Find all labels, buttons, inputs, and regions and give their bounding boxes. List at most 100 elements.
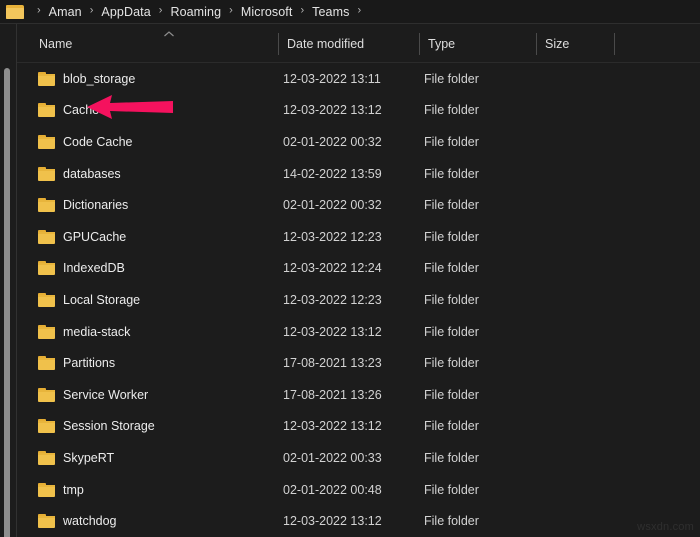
breadcrumb-separator: ›	[37, 4, 41, 17]
folder-icon	[38, 514, 55, 529]
column-header-name[interactable]: Name	[39, 25, 72, 63]
file-date-cell: 12-03-2022 13:11	[283, 71, 381, 86]
file-name-cell: Partitions	[63, 356, 116, 371]
folder-icon	[38, 71, 55, 86]
table-row[interactable]: databases 14-02-2022 13:59 File folder	[17, 158, 700, 190]
table-row[interactable]: Partitions 17-08-2021 13:23 File folder	[17, 347, 700, 379]
breadcrumb-separator: ›	[229, 4, 233, 17]
file-date-cell: 02-01-2022 00:32	[283, 198, 382, 213]
folder-icon	[38, 324, 55, 339]
folder-icon	[38, 292, 55, 307]
file-name-cell: blob_storage	[63, 71, 136, 86]
table-row[interactable]: blob_storage 12-03-2022 13:11 File folder	[17, 63, 700, 95]
table-row[interactable]: Code Cache 02-01-2022 00:32 File folder	[17, 126, 700, 158]
table-row[interactable]: Session Storage 12-03-2022 13:12 File fold…	[17, 411, 700, 443]
file-type-cell: File folder	[424, 71, 479, 86]
file-date-cell: 12-03-2022 12:23	[283, 292, 382, 307]
folder-icon	[6, 5, 24, 19]
file-name-cell: Code Cache	[63, 134, 133, 149]
folder-icon	[38, 356, 55, 371]
folder-icon	[38, 450, 55, 465]
folder-icon	[38, 419, 55, 434]
file-name-cell: Service Worker	[63, 387, 149, 402]
column-header-size[interactable]: Size	[545, 25, 569, 63]
file-date-cell: 14-02-2022 13:59	[283, 166, 382, 181]
file-type-cell: File folder	[424, 166, 479, 181]
file-date-cell: 17-08-2021 13:23	[283, 356, 382, 371]
breadcrumb-separator: ›	[300, 4, 305, 17]
table-row[interactable]: tmp 02-01-2022 00:48 File folder	[17, 474, 700, 506]
folder-icon	[38, 134, 55, 149]
breadcrumb-item-microsoft[interactable]: Microsoft	[240, 5, 294, 19]
breadcrumb-separator: ›	[89, 4, 94, 17]
column-divider[interactable]	[419, 33, 420, 55]
table-row[interactable]: Local Storage 12-03-2022 12:23 File folder	[17, 284, 700, 316]
file-name-cell: Session Storage	[63, 419, 155, 434]
table-row[interactable]: Cache 12-03-2022 13:12 File folder	[17, 95, 700, 127]
breadcrumb-item-appdata[interactable]: AppData	[100, 5, 151, 19]
file-type-cell: File folder	[424, 103, 479, 118]
scrollbar-thumb[interactable]	[4, 68, 10, 537]
file-type-cell: File folder	[424, 356, 479, 371]
file-name-cell: Local Storage	[63, 292, 141, 307]
chevron-up-icon	[164, 31, 174, 37]
breadcrumb-item-aman[interactable]: Aman	[48, 5, 83, 19]
file-name-cell: SkypeRT	[63, 450, 115, 465]
file-date-cell: 12-03-2022 13:12	[283, 419, 382, 434]
breadcrumb-separator: ›	[158, 4, 163, 17]
folder-icon	[38, 198, 55, 213]
file-date-cell: 17-08-2021 13:26	[283, 387, 382, 402]
file-type-cell: File folder	[424, 419, 479, 434]
table-row[interactable]: Service Worker 17-08-2021 13:26 File folde…	[17, 379, 700, 411]
file-date-cell: 12-03-2022 13:12	[283, 514, 382, 529]
file-list[interactable]: blob_storage 12-03-2022 13:11 File folder C…	[17, 63, 700, 537]
file-type-cell: File folder	[424, 450, 479, 465]
file-name-cell: databases	[63, 166, 121, 181]
watermark: wsxdn.com	[637, 521, 694, 533]
breadcrumb-separator: ›	[357, 4, 362, 17]
file-date-cell: 02-01-2022 00:32	[283, 134, 382, 149]
folder-icon	[38, 387, 55, 402]
file-date-cell: 12-03-2022 12:23	[283, 229, 382, 244]
vertical-scrollbar[interactable]	[0, 24, 14, 537]
file-name-cell: Cache	[63, 103, 100, 118]
file-name-cell: watchdog	[63, 514, 117, 529]
breadcrumb-item-teams[interactable]: Teams	[311, 5, 350, 19]
column-divider[interactable]	[278, 33, 279, 55]
file-date-cell: 12-03-2022 13:12	[283, 103, 382, 118]
file-name-cell: media-stack	[63, 324, 131, 339]
folder-icon	[38, 229, 55, 244]
breadcrumb-bar[interactable]: › Aman › AppData › Roaming › Microsoft ›…	[0, 0, 700, 24]
file-type-cell: File folder	[424, 482, 479, 497]
column-header-row: Name Date modified Type Size	[17, 25, 700, 63]
file-type-cell: File folder	[424, 229, 479, 244]
file-type-cell: File folder	[424, 292, 479, 307]
file-date-cell: 02-01-2022 00:33	[283, 450, 382, 465]
file-type-cell: File folder	[424, 387, 479, 402]
folder-icon	[38, 261, 55, 276]
table-row[interactable]: Dictionaries 02-01-2022 00:32 File folder	[17, 189, 700, 221]
file-type-cell: File folder	[424, 514, 479, 529]
table-row[interactable]: SkypeRT 02-01-2022 00:33 File folder	[17, 442, 700, 474]
column-header-type[interactable]: Type	[428, 25, 455, 63]
folder-icon	[38, 103, 55, 118]
column-divider[interactable]	[536, 33, 537, 55]
file-type-cell: File folder	[424, 324, 479, 339]
file-name-cell: Dictionaries	[63, 198, 129, 213]
file-name-cell: IndexedDB	[63, 261, 125, 276]
file-date-cell: 12-03-2022 13:12	[283, 324, 382, 339]
table-row[interactable]: media-stack 12-03-2022 13:12 File folder	[17, 316, 700, 348]
table-row[interactable]: IndexedDB 12-03-2022 12:24 File folder	[17, 253, 700, 285]
column-header-date-modified[interactable]: Date modified	[287, 25, 364, 63]
file-type-cell: File folder	[424, 198, 479, 213]
file-date-cell: 02-01-2022 00:48	[283, 482, 382, 497]
file-name-cell: tmp	[63, 482, 84, 497]
folder-icon	[38, 482, 55, 497]
table-row[interactable]: watchdog 12-03-2022 13:12 File folder	[17, 505, 700, 537]
file-type-cell: File folder	[424, 134, 479, 149]
table-row[interactable]: GPUCache 12-03-2022 12:23 File folder	[17, 221, 700, 253]
column-divider[interactable]	[614, 33, 615, 55]
file-date-cell: 12-03-2022 12:24	[283, 261, 382, 276]
breadcrumb-item-roaming[interactable]: Roaming	[169, 5, 222, 19]
folder-icon	[38, 166, 55, 181]
